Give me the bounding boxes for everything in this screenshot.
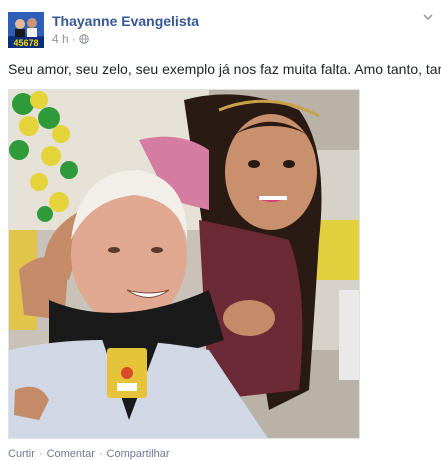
globe-icon[interactable] xyxy=(78,34,89,44)
actions-separator: · xyxy=(98,448,103,460)
timestamp[interactable]: 4 h xyxy=(52,32,69,46)
like-link[interactable]: Curtir xyxy=(8,448,35,460)
meta-separator: · xyxy=(71,32,76,46)
post-actions: Curtir · Comentar · Compartilhar xyxy=(8,448,170,460)
avatar[interactable]: 45678 xyxy=(8,12,44,48)
post-meta: 4 h · xyxy=(52,32,89,46)
chevron-down-icon xyxy=(423,13,433,20)
post-message: Seu amor, seu zelo, seu exemplo já nos f… xyxy=(8,61,441,77)
avatar-number: 45678 xyxy=(13,38,38,48)
comment-link[interactable]: Comentar xyxy=(47,448,95,460)
author-name-link[interactable]: Thayanne Evangelista xyxy=(52,13,199,29)
post-photo[interactable] xyxy=(8,89,360,439)
feed-post: 45678 Thayanne Evangelista 4 h · Seu amo… xyxy=(0,0,441,460)
post-menu-button[interactable] xyxy=(421,10,435,24)
actions-separator: · xyxy=(38,448,43,460)
share-link[interactable]: Compartilhar xyxy=(107,448,170,460)
